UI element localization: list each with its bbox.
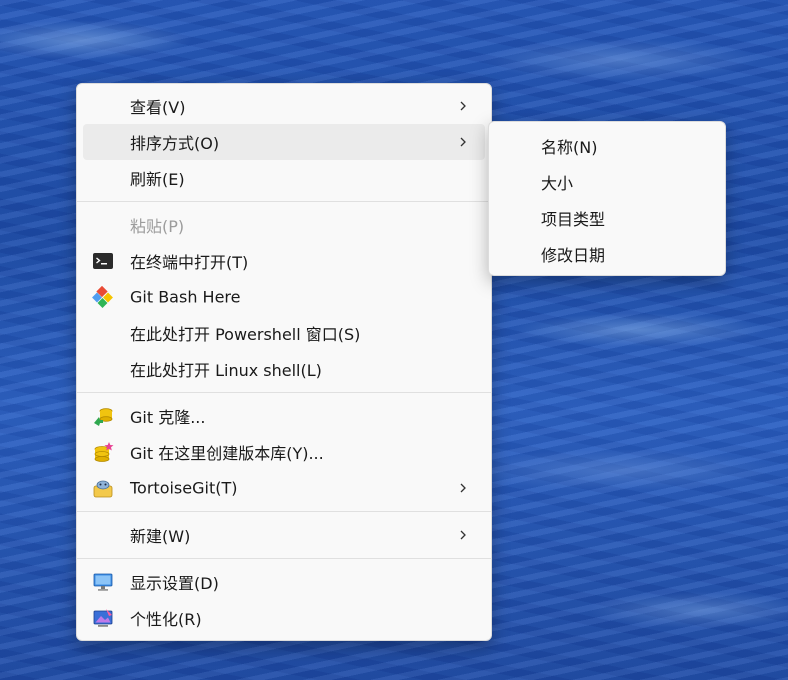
menu-item-label: Git 克隆... (130, 408, 206, 427)
submenu-item-sort-type[interactable]: 项目类型 (495, 200, 719, 236)
menu-item-view[interactable]: 查看(V) (83, 88, 485, 124)
chevron-right-icon (460, 101, 466, 111)
submenu-item-label: 修改日期 (541, 246, 606, 265)
menu-item-refresh[interactable]: 刷新(E) (83, 160, 485, 196)
chevron-right-icon (460, 483, 466, 493)
menu-item-paste[interactable]: 粘贴(P) (83, 207, 485, 243)
menu-item-linux-shell[interactable]: 在此处打开 Linux shell(L) (83, 351, 485, 387)
desktop-context-menu: 查看(V) 排序方式(O) 刷新(E) 粘贴(P) 在终端中打开(T) Git … (76, 83, 492, 641)
menu-item-new[interactable]: 新建(W) (83, 517, 485, 553)
menu-item-personalize[interactable]: 个性化(R) (83, 600, 485, 636)
menu-separator (77, 558, 491, 559)
submenu-item-label: 项目类型 (541, 210, 606, 229)
menu-separator (77, 511, 491, 512)
menu-item-label: 个性化(R) (130, 610, 202, 629)
personalize-icon (93, 609, 113, 627)
git-clone-icon (94, 408, 113, 426)
menu-item-sort[interactable]: 排序方式(O) (83, 124, 485, 160)
menu-item-label: 刷新(E) (130, 170, 185, 189)
menu-separator (77, 392, 491, 393)
menu-item-label: Git 在这里创建版本库(Y)... (130, 444, 324, 463)
menu-item-git-create-repo[interactable]: Git 在这里创建版本库(Y)... (83, 434, 485, 470)
menu-item-git-bash[interactable]: Git Bash Here (83, 279, 485, 315)
chevron-right-icon (460, 137, 466, 147)
submenu-item-label: 名称(N) (541, 138, 598, 157)
menu-item-git-clone[interactable]: Git 克隆... (83, 398, 485, 434)
menu-item-label: 在此处打开 Powershell 窗口(S) (130, 325, 361, 344)
menu-item-display-settings[interactable]: 显示设置(D) (83, 564, 485, 600)
menu-item-powershell[interactable]: 在此处打开 Powershell 窗口(S) (83, 315, 485, 351)
display-icon (93, 573, 113, 591)
menu-item-label: 排序方式(O) (130, 134, 220, 153)
menu-item-label: Git Bash Here (130, 287, 241, 307)
menu-item-label: TortoiseGit(T) (130, 478, 238, 498)
menu-item-label: 在此处打开 Linux shell(L) (130, 361, 322, 380)
menu-item-label: 显示设置(D) (130, 574, 219, 593)
menu-separator (77, 201, 491, 202)
sort-submenu: 名称(N) 大小 项目类型 修改日期 (488, 121, 726, 276)
chevron-right-icon (460, 530, 466, 540)
submenu-item-label: 大小 (541, 174, 574, 193)
menu-item-tortoisegit[interactable]: TortoiseGit(T) (83, 470, 485, 506)
git-icon (92, 286, 113, 308)
terminal-icon (93, 253, 113, 269)
git-repo-icon (94, 442, 114, 462)
menu-item-label: 在终端中打开(T) (130, 253, 249, 272)
menu-item-label: 粘贴(P) (130, 217, 185, 236)
submenu-item-sort-date[interactable]: 修改日期 (495, 236, 719, 272)
menu-item-label: 查看(V) (130, 98, 186, 117)
menu-item-label: 新建(W) (130, 527, 191, 546)
tortoisegit-icon (93, 480, 113, 498)
submenu-item-sort-size[interactable]: 大小 (495, 164, 719, 200)
submenu-item-sort-name[interactable]: 名称(N) (495, 128, 719, 164)
menu-item-open-terminal[interactable]: 在终端中打开(T) (83, 243, 485, 279)
